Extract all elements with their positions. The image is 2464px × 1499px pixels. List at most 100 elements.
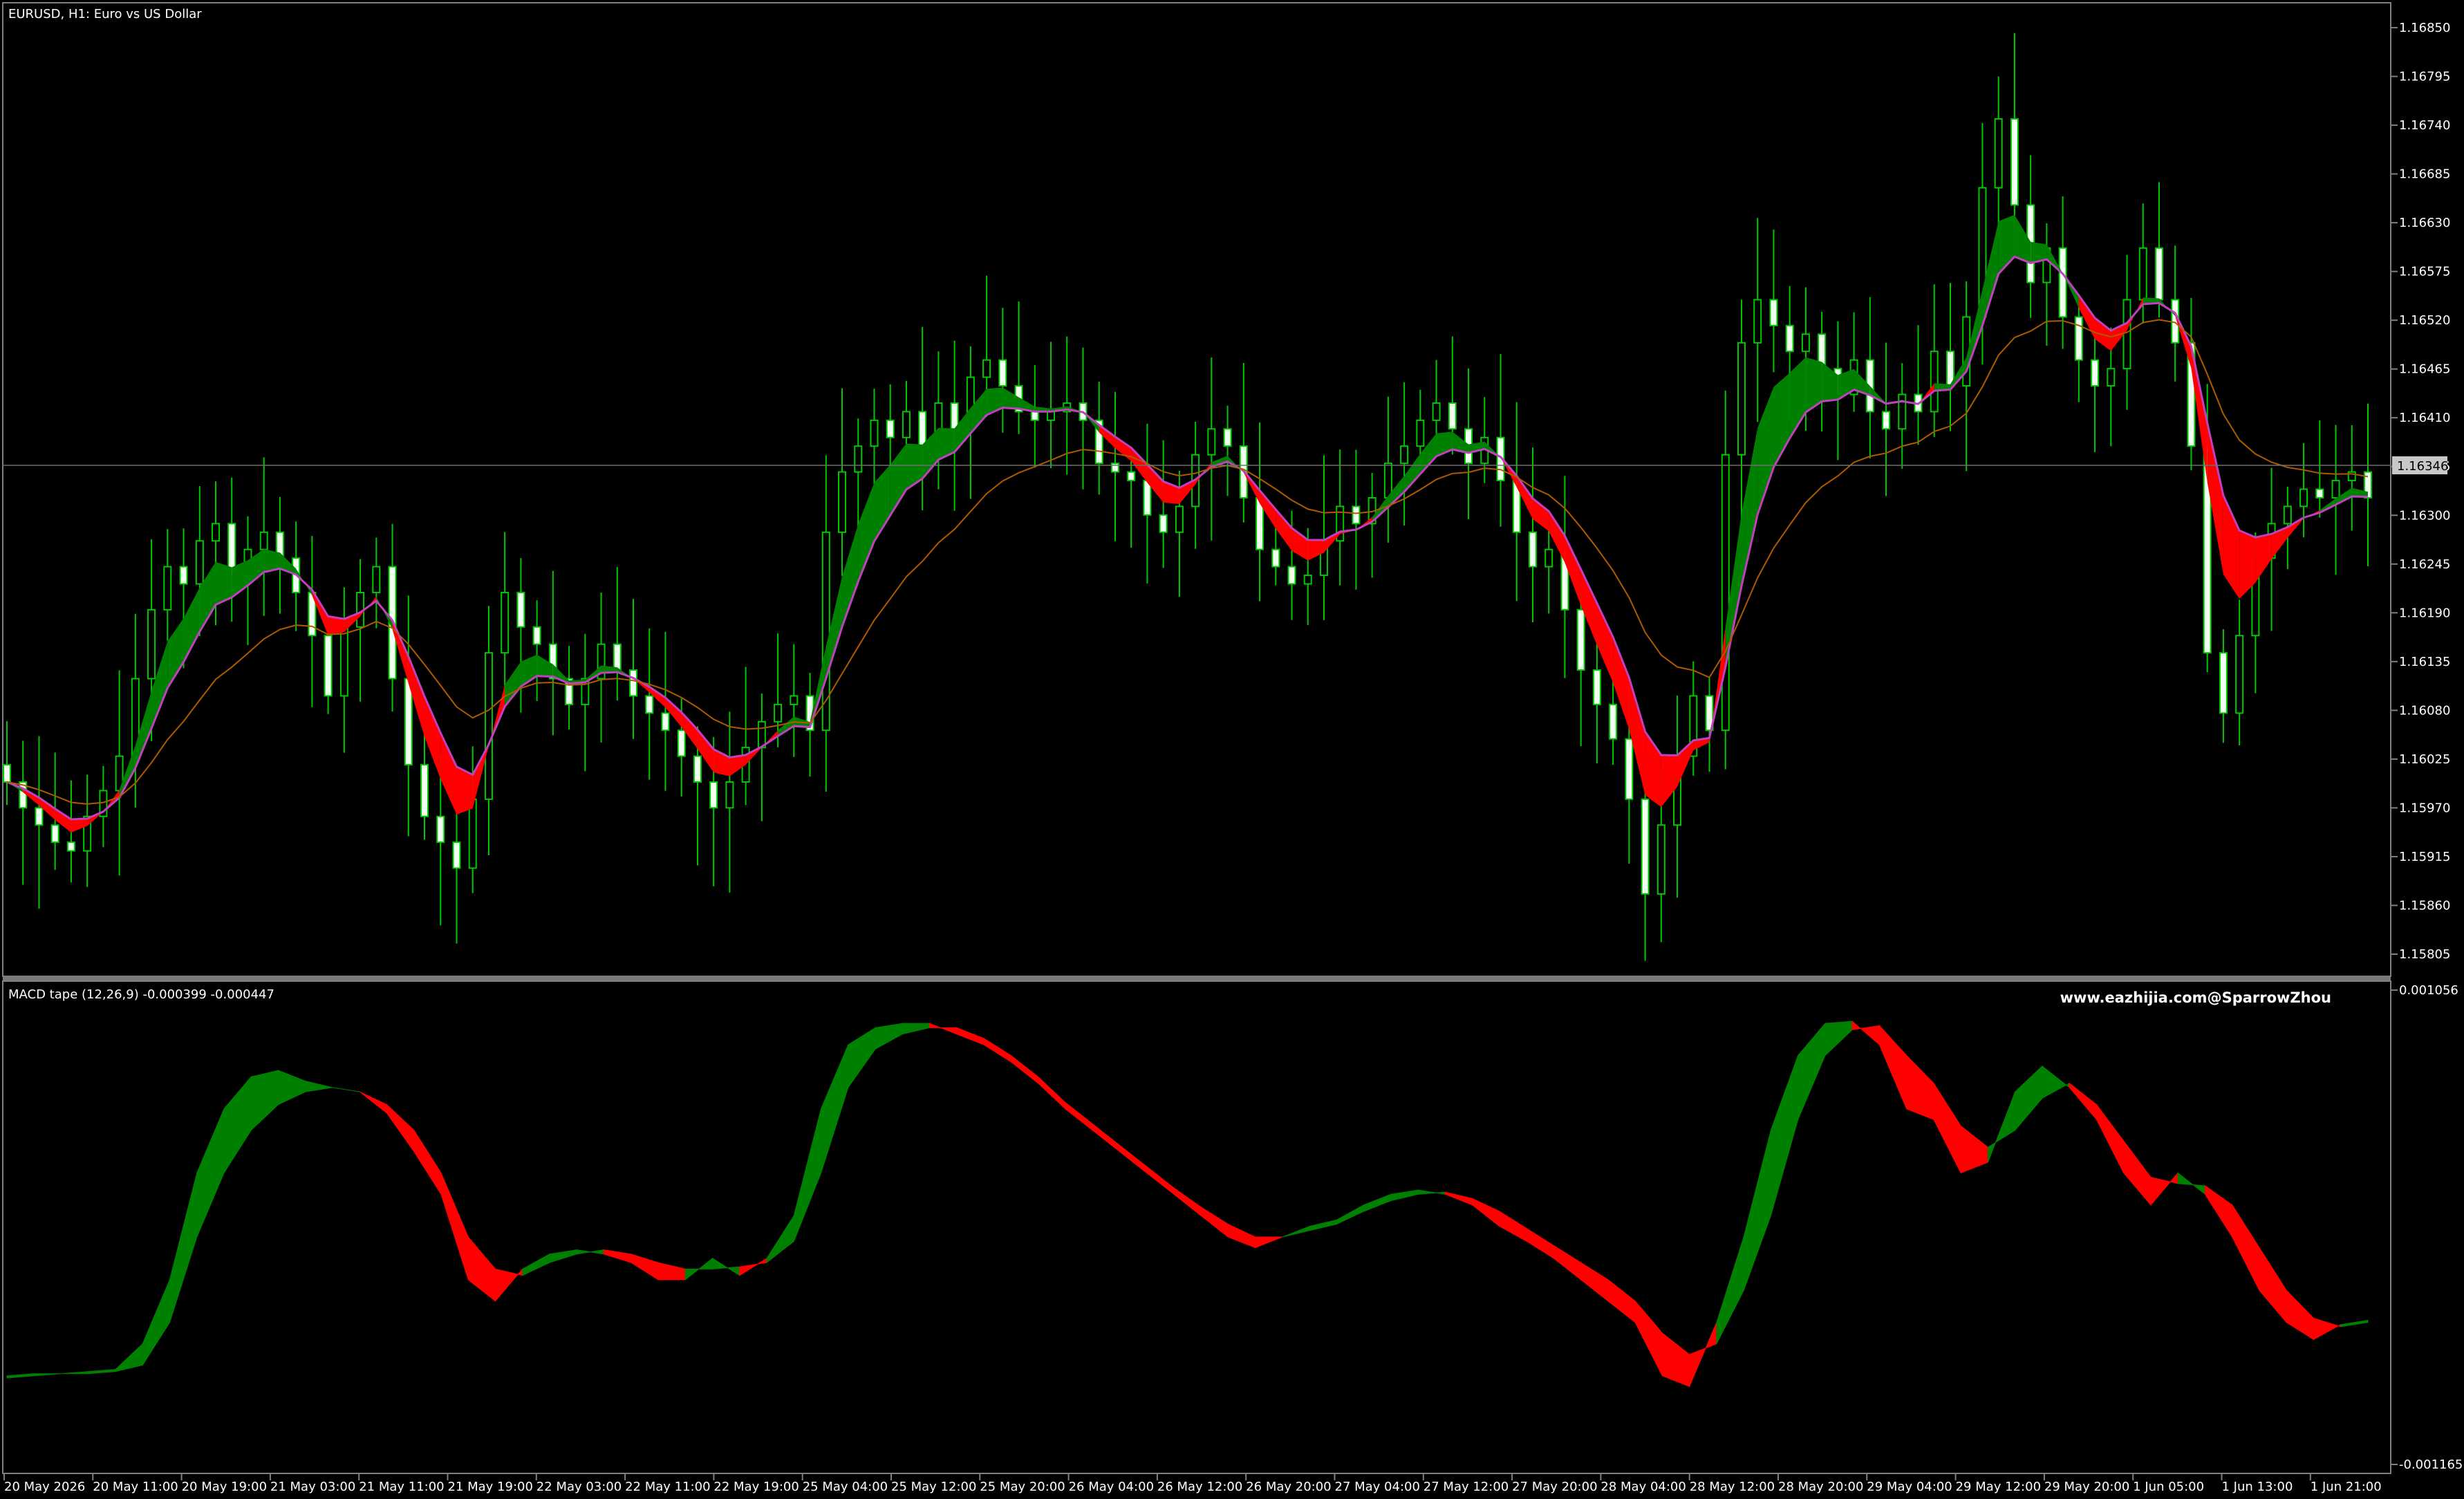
price-tick-label: 1.16410 [2399, 411, 2450, 425]
price-tick-label: 1.15805 [2399, 947, 2450, 962]
pane-separator[interactable] [3, 976, 2391, 981]
candle-body [2235, 635, 2244, 714]
candle-body [950, 402, 959, 430]
time-tick-label: 22 May 03:00 [536, 1480, 622, 1494]
macd-tick-label: 0.001056 [2399, 983, 2458, 998]
time-tick-label: 28 May 12:00 [1690, 1480, 1775, 1494]
candle-body [613, 643, 622, 671]
candle-body [1769, 299, 1778, 326]
current-price-label: 1.16346 [2397, 459, 2448, 474]
candle-body [2315, 488, 2324, 499]
candle-body [1416, 419, 1425, 447]
time-tick-label: 27 May 20:00 [1512, 1480, 1597, 1494]
price-tick-label: 1.16190 [2399, 606, 2450, 620]
candle-body [725, 781, 734, 809]
price-tick-label: 1.16850 [2399, 21, 2450, 35]
candle-body [212, 523, 221, 542]
time-tick-label: 28 May 20:00 [1778, 1480, 1863, 1494]
candle-body [324, 635, 333, 697]
price-tick-label: 1.16740 [2399, 118, 2450, 133]
candle-body [2010, 118, 2019, 206]
time-tick-label: 20 May 11:00 [93, 1480, 178, 1494]
time-tick-label: 28 May 04:00 [1600, 1480, 1686, 1494]
candle-body [854, 445, 863, 473]
price-tick-label: 1.16630 [2399, 216, 2450, 230]
time-tick-label: 29 May 20:00 [2044, 1480, 2129, 1494]
candle-body [516, 591, 525, 628]
current-price-tag: 1.16346 [2392, 456, 2448, 474]
time-tick-label: 1 Jun 05:00 [2133, 1480, 2204, 1494]
price-tick-label: 1.16465 [2399, 362, 2450, 377]
time-tick-label: 29 May 12:00 [1956, 1480, 2041, 1494]
candle-body [163, 566, 172, 611]
candle-body [1898, 393, 1907, 430]
candle-body [468, 798, 477, 869]
candle-body [1882, 411, 1891, 430]
price-tick-label: 1.16135 [2399, 655, 2450, 669]
time-tick-label: 26 May 04:00 [1069, 1480, 1154, 1494]
chart-title: EURUSD, H1: Euro vs US Dollar [8, 7, 202, 21]
candle-body [1448, 402, 1457, 430]
candle-body [790, 695, 799, 705]
candle-body [50, 824, 59, 844]
candle-body [645, 695, 654, 714]
candle-body [259, 531, 268, 550]
candle-body [918, 411, 927, 447]
candle-body [1753, 299, 1762, 344]
price-tick-label: 1.16245 [2399, 557, 2450, 572]
time-tick-label: 21 May 03:00 [270, 1480, 355, 1494]
trading-chart[interactable]: EURUSD, H1: Euro vs US Dollar MACD tape … [0, 0, 2464, 1499]
price-tick-label: 1.15970 [2399, 801, 2450, 815]
time-tick-label: 20 May 2026 [4, 1480, 85, 1494]
candle-body [179, 566, 188, 585]
indicator-label: MACD tape (12,26,9) -0.000399 -0.000447 [8, 987, 274, 1002]
time-tick-label: 25 May 20:00 [980, 1480, 1065, 1494]
candle-body [2058, 247, 2067, 318]
candle-body [1609, 703, 1618, 740]
time-tick-label: 26 May 20:00 [1246, 1480, 1331, 1494]
candle-body [1994, 118, 2003, 189]
candle-body [693, 755, 702, 783]
price-tick-label: 1.16685 [2399, 167, 2450, 182]
candle-body [629, 669, 638, 697]
candle-body [1159, 514, 1168, 533]
candle-body [1143, 480, 1152, 516]
candle-body [1400, 445, 1409, 465]
candle-body [2219, 652, 2228, 714]
candle-body [372, 566, 381, 593]
macd-tick-label: -0.001165 [2399, 1458, 2463, 1472]
time-tick-label: 1 Jun 21:00 [2311, 1480, 2382, 1494]
time-tick-label: 27 May 12:00 [1424, 1480, 1509, 1494]
candle-body [709, 781, 718, 809]
candle-body [1930, 351, 1939, 413]
candle-body [404, 678, 413, 766]
candle-body [1175, 505, 1184, 533]
time-tick-label: 22 May 19:00 [713, 1480, 799, 1494]
candle-body [1544, 548, 1553, 568]
price-tick-label: 1.16300 [2399, 508, 2450, 523]
time-tick-label: 20 May 19:00 [182, 1480, 267, 1494]
candle-body [1785, 324, 1794, 353]
candle-body [2299, 488, 2308, 508]
price-tick-label: 1.16080 [2399, 703, 2450, 718]
candle-body [1207, 428, 1216, 456]
candle-body [757, 720, 766, 749]
candle-body [147, 608, 156, 680]
candle-body [1303, 575, 1312, 585]
price-tick-label: 1.16520 [2399, 313, 2450, 328]
candle-body [1656, 824, 1665, 895]
candle-body [886, 419, 895, 438]
candle-body [35, 807, 44, 826]
watermark: www.eazhijia.com@SparrowZhou [2060, 989, 2331, 1006]
price-tick-label: 1.15915 [2399, 850, 2450, 864]
time-tick-label: 27 May 04:00 [1335, 1480, 1420, 1494]
candle-body [2074, 316, 2083, 361]
time-tick-label: 21 May 19:00 [448, 1480, 533, 1494]
price-tick-label: 1.16025 [2399, 752, 2450, 767]
candle-body [339, 626, 348, 697]
candle-body [1223, 428, 1232, 447]
candle-body [870, 419, 879, 447]
candle-body [1721, 454, 1730, 732]
candle-body [774, 703, 783, 723]
time-tick-label: 21 May 11:00 [359, 1480, 444, 1494]
